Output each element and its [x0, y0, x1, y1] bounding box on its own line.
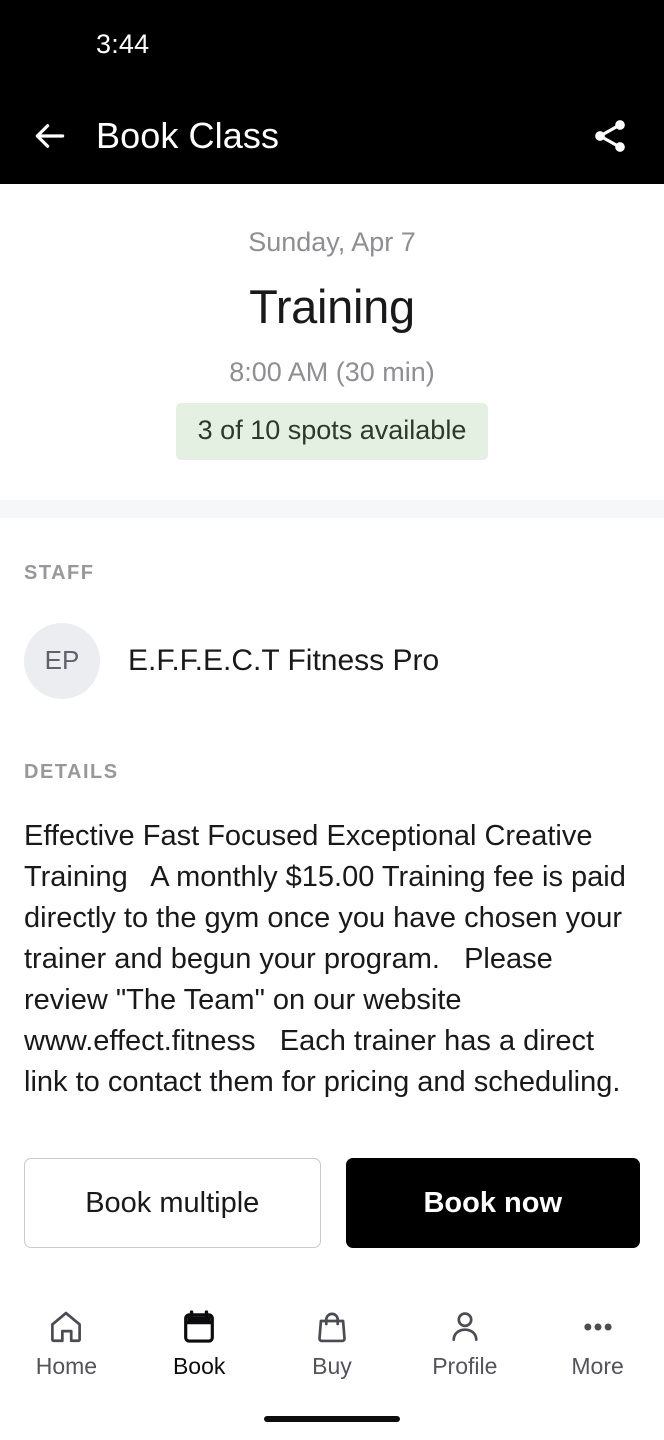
status-bar-clock: 3:44 [96, 28, 150, 59]
action-buttons: Book multiple Book now [0, 1158, 664, 1248]
share-icon [595, 120, 625, 152]
section-divider-band [0, 499, 664, 518]
more-dots-icon [579, 1306, 617, 1348]
page-title: Book Class [96, 115, 280, 156]
nav-item-home[interactable]: Home [0, 1306, 133, 1378]
book-multiple-button[interactable]: Book multiple [24, 1158, 321, 1248]
status-bar: 3:44 [0, 0, 664, 88]
class-date: Sunday, Apr 7 [248, 227, 416, 257]
person-icon [446, 1306, 484, 1348]
arrow-left-icon [35, 124, 65, 148]
nav-label-profile: Profile [432, 1353, 498, 1379]
avatar: EP [24, 622, 100, 699]
nav-label-buy: Buy [312, 1353, 352, 1379]
class-hero: Sunday, Apr 7 Training 8:00 AM (30 min) … [0, 184, 664, 500]
availability-badge: 3 of 10 spots available [175, 402, 489, 460]
calendar-icon [180, 1306, 218, 1348]
class-details-content: STAFF EP E.F.F.E.C.T Fitness Pro DETAILS… [0, 518, 664, 1104]
nav-item-more[interactable]: More [531, 1306, 664, 1378]
home-icon [47, 1306, 85, 1348]
class-time-duration: 8:00 AM (30 min) [229, 357, 435, 388]
nav-item-book[interactable]: Book [133, 1306, 266, 1378]
back-button[interactable] [26, 112, 74, 160]
staff-name: E.F.F.E.C.T Fitness Pro [128, 643, 440, 677]
bottom-navigation: Home Book Buy Profile More [0, 1292, 664, 1398]
details-description: Effective Fast Focused Exceptional Creat… [24, 819, 634, 1098]
share-button[interactable] [584, 110, 636, 162]
home-gesture-bar[interactable] [264, 1416, 400, 1422]
nav-item-buy[interactable]: Buy [266, 1306, 399, 1378]
app-bar: Book Class [0, 88, 664, 184]
nav-label-book: Book [172, 1353, 226, 1379]
shopping-bag-icon [313, 1306, 351, 1348]
app-screen: 3:44 Book Class Sunday, Apr 7 Training 8… [0, 0, 664, 1440]
availability-wrap: 3 of 10 spots available [24, 402, 640, 460]
nav-label-home: Home [35, 1353, 98, 1379]
class-name: Training [249, 280, 415, 334]
book-now-button[interactable]: Book now [345, 1158, 640, 1248]
nav-label-more: More [571, 1353, 624, 1379]
staff-section-label: STAFF [24, 561, 95, 584]
gesture-bar-area [0, 1398, 664, 1440]
details-section-label: DETAILS [24, 760, 119, 783]
staff-row[interactable]: EP E.F.F.E.C.T Fitness Pro [24, 622, 640, 699]
nav-item-profile[interactable]: Profile [398, 1306, 531, 1378]
